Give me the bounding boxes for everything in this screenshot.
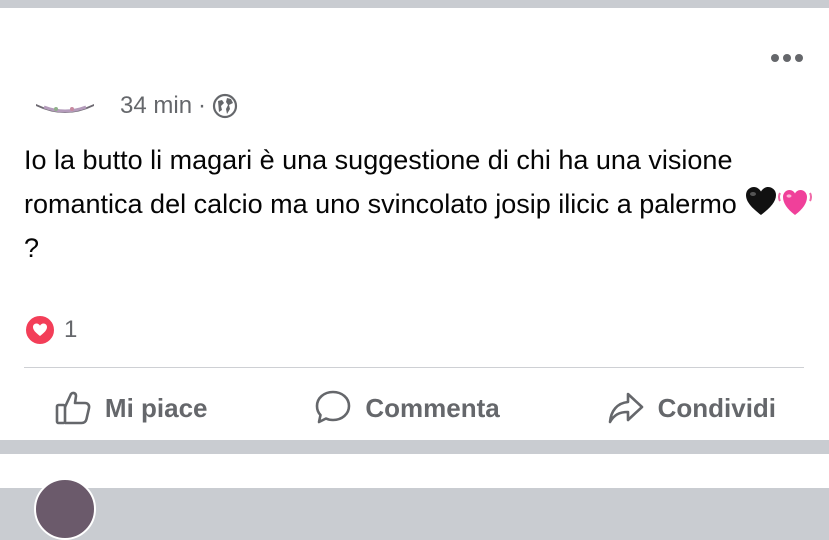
meta-separator: · (198, 92, 207, 119)
more-dots-icon (771, 54, 803, 62)
comment-icon (316, 390, 351, 424)
beating-heart-emoji (778, 185, 813, 219)
post-timestamp[interactable]: 34 min (120, 92, 192, 120)
share-label: Condividi (657, 392, 777, 423)
comment-button[interactable]: Commenta (313, 388, 500, 428)
post-message-text: Io la butto li magari è una suggestione … (24, 145, 745, 219)
next-post-avatar[interactable] (34, 478, 96, 540)
share-arrow-icon (608, 392, 643, 424)
share-button[interactable]: Condividi (606, 388, 776, 428)
reaction-count: 1 (64, 316, 78, 343)
like-label: Mi piace (104, 392, 208, 423)
post-meta: 34 min · (120, 92, 238, 120)
globe-icon (212, 93, 238, 119)
reactions-summary[interactable]: 1 (24, 314, 77, 346)
post-message: Io la butto li magari è una suggestione … (24, 138, 814, 270)
more-options-button[interactable] (769, 44, 805, 72)
love-reaction-icon (24, 314, 56, 346)
post-actions-bar: Mi piace Commenta Condividi (0, 368, 829, 448)
post-message-suffix: ? (24, 233, 40, 263)
post-card: 34 min · Io la butto li magari è una sug… (0, 8, 829, 440)
like-button[interactable]: Mi piace (53, 388, 208, 428)
author-avatar[interactable] (34, 98, 96, 120)
black-heart-emoji (744, 185, 778, 219)
comment-label: Commenta (365, 392, 500, 423)
next-post-card (0, 454, 829, 488)
thumbs-up-icon (55, 391, 91, 425)
